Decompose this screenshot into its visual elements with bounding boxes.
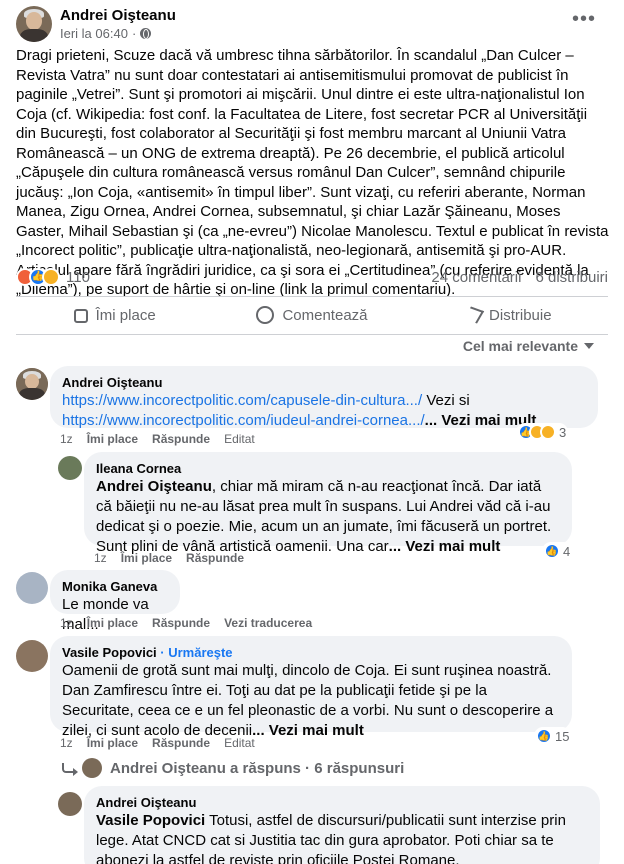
- reactions-bar: 👍 110 24 comentarii 6 distribuiri: [16, 266, 608, 290]
- avatar[interactable]: [58, 456, 82, 480]
- reaction-count[interactable]: 110: [66, 269, 90, 286]
- avatar: [82, 758, 102, 778]
- post-actions: Îmi place Comentează Distribuie: [16, 298, 608, 332]
- post-meta: Ieri la 06:40 ·: [60, 26, 152, 41]
- comment-reactions[interactable]: 👍 3: [516, 423, 569, 441]
- comment-author[interactable]: Monika Ganeva: [62, 578, 168, 595]
- author-avatar[interactable]: [16, 6, 52, 42]
- reply-arrow-icon: [62, 763, 78, 776]
- mention-link[interactable]: Andrei Oişteanu: [96, 478, 212, 495]
- comment-bubble: Vasile Popovici · Urmăreşte Oamenii de g…: [50, 636, 572, 739]
- mention-link[interactable]: Vasile Popovici: [96, 812, 205, 829]
- comment-actions: 1z Îmi place Răspunde Vezi traducerea: [60, 616, 313, 630]
- globe-icon: [140, 28, 152, 39]
- see-more-link[interactable]: ... Vezi mai mult: [252, 722, 364, 739]
- comment-link[interactable]: https://www.incorectpolitic.com/iudeul-a…: [62, 412, 425, 429]
- comment-like-button[interactable]: Îmi place: [87, 736, 138, 750]
- comment-reply-button[interactable]: Răspunde: [186, 551, 244, 565]
- like-reaction-icon: 👍: [544, 543, 560, 559]
- author-name[interactable]: Andrei Oişteanu: [60, 7, 176, 24]
- wow-reaction-icon: [42, 268, 60, 286]
- sad-reaction-icon: [540, 424, 556, 440]
- translate-link[interactable]: Vezi traducerea: [224, 616, 312, 630]
- shares-count[interactable]: 6 distribuiri: [535, 269, 608, 286]
- divider: [16, 334, 608, 335]
- comment-reply-button[interactable]: Răspunde: [152, 736, 210, 750]
- post-text: Dragi prieteni, Scuze dacă vă umbresc ti…: [16, 47, 609, 298]
- share-button[interactable]: Distribuie: [411, 298, 608, 332]
- reaction-icons[interactable]: 👍: [16, 268, 60, 286]
- comment-reactions[interactable]: 👍 4: [542, 542, 573, 560]
- follow-link[interactable]: · Urmăreşte: [157, 645, 232, 660]
- comments-count[interactable]: 24 comentarii: [431, 269, 521, 286]
- avatar[interactable]: [58, 792, 82, 816]
- comment-link[interactable]: https://www.incorectpolitic.com/capusele…: [62, 392, 422, 409]
- comment-author[interactable]: Andrei Oişteanu: [62, 374, 586, 391]
- post-header: Andrei Oişteanu Ieri la 06:40 · •••: [16, 6, 608, 42]
- comment-sort-dropdown[interactable]: Cel mai relevante: [463, 338, 594, 354]
- view-replies-link[interactable]: Andrei Oişteanu a răspuns · 6 răspunsuri: [62, 758, 404, 778]
- comment-reactions[interactable]: 👍 15: [534, 727, 572, 745]
- more-options-button[interactable]: •••: [568, 8, 600, 36]
- chevron-down-icon: [584, 343, 594, 349]
- comment-reply-button[interactable]: Răspunde: [152, 616, 210, 630]
- comment-like-button[interactable]: Îmi place: [87, 432, 138, 446]
- comment-bubble: Andrei Oişteanu https://www.incorectpoli…: [50, 366, 598, 429]
- comment-icon: [256, 306, 275, 324]
- comment-author[interactable]: Andrei Oişteanu: [96, 794, 588, 811]
- avatar[interactable]: [16, 640, 48, 672]
- like-reaction-icon: 👍: [536, 728, 552, 744]
- thumbs-up-icon: [73, 309, 88, 323]
- comment-bubble: Monika Ganeva Le monde va mal...: [50, 570, 180, 633]
- comment-reply-button[interactable]: Răspunde: [152, 432, 210, 446]
- comment-actions: 1z Îmi place Răspunde Editat: [60, 736, 255, 750]
- post-time[interactable]: Ieri la 06:40: [60, 26, 128, 41]
- comment-like-button[interactable]: Îmi place: [87, 616, 138, 630]
- comment-actions: 1z Îmi place Răspunde: [94, 551, 245, 565]
- comment-actions: 1z Îmi place Răspunde Editat: [60, 432, 255, 446]
- share-icon: [463, 306, 485, 324]
- comment-bubble: Ileana Cornea Andrei Oişteanu, chiar mă …: [84, 452, 572, 555]
- see-more-link[interactable]: ... Vezi mai mult: [389, 538, 501, 555]
- comment-button[interactable]: Comentează: [213, 298, 410, 332]
- comment-author[interactable]: Ileana Cornea: [96, 460, 560, 477]
- divider: [16, 296, 608, 297]
- comment-like-button[interactable]: Îmi place: [121, 551, 172, 565]
- avatar[interactable]: [16, 572, 48, 604]
- like-button[interactable]: Îmi place: [16, 298, 213, 332]
- avatar[interactable]: [16, 368, 48, 400]
- comment-bubble: Andrei Oişteanu Vasile Popovici Totusi, …: [84, 786, 600, 864]
- comment-author[interactable]: Vasile Popovici: [62, 645, 157, 660]
